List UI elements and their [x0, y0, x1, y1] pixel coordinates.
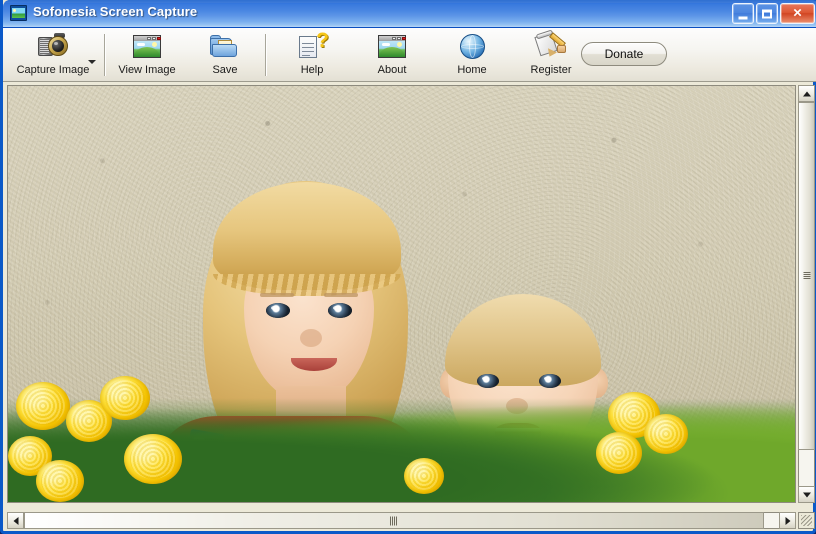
girl-brow-right: [324, 293, 358, 297]
about-button[interactable]: About: [361, 30, 423, 80]
scroll-pen-icon: [534, 29, 567, 62]
chevron-up-icon: [802, 91, 811, 96]
help-label: Help: [300, 64, 324, 76]
about-label: About: [377, 64, 407, 76]
close-icon: ×: [793, 4, 802, 21]
toolbar: Capture Image View Image Save ? Help Abo…: [3, 28, 816, 82]
chevron-down-icon[interactable]: [88, 60, 96, 64]
minimize-button[interactable]: [732, 3, 754, 24]
marigold-flower: [644, 414, 688, 454]
window-title: Sofonesia Screen Capture: [33, 4, 198, 19]
capture-image-button[interactable]: Capture Image: [7, 30, 99, 80]
help-button[interactable]: ? Help: [281, 30, 343, 80]
maximize-button[interactable]: [756, 3, 778, 24]
toolbar-separator: [265, 34, 266, 76]
chevron-left-icon: [13, 516, 18, 525]
resize-grip[interactable]: [798, 512, 815, 529]
save-label: Save: [212, 64, 238, 76]
home-button[interactable]: Home: [441, 30, 503, 80]
marigold-flower: [16, 382, 70, 430]
folder-save-icon: [209, 31, 241, 62]
vertical-scrollbar[interactable]: [798, 85, 815, 503]
scroll-down-button[interactable]: [798, 486, 815, 503]
chevron-right-icon: [785, 516, 790, 525]
close-button[interactable]: ×: [780, 3, 815, 24]
marigold-flower: [124, 434, 182, 484]
register-button[interactable]: Register: [516, 29, 586, 80]
globe-icon: [456, 31, 488, 62]
picture-window-icon: [376, 31, 408, 62]
girl-nose: [300, 329, 322, 347]
flower-bed: [8, 372, 795, 502]
scroll-grip-icon: [803, 272, 810, 280]
view-image-label: View Image: [118, 64, 176, 76]
marigold-flower: [596, 432, 642, 474]
donate-button[interactable]: Donate: [581, 42, 667, 66]
application-window: Sofonesia Screen Capture × Capture Image…: [0, 0, 816, 534]
image-viewport[interactable]: [7, 85, 796, 503]
scroll-grip-icon: [390, 516, 398, 525]
girl-eye-left: [266, 303, 290, 318]
marigold-flower: [404, 458, 444, 494]
toolbar-separator: [104, 34, 105, 76]
girl-brow-left: [260, 293, 294, 297]
scroll-right-button[interactable]: [779, 512, 796, 529]
marigold-flower: [100, 376, 150, 420]
window-controls: ×: [732, 3, 815, 25]
captured-photograph: [8, 86, 795, 502]
save-button[interactable]: Save: [191, 30, 259, 80]
scroll-left-button[interactable]: [7, 512, 24, 529]
home-label: Home: [457, 64, 487, 76]
app-icon: [10, 5, 27, 21]
scroll-up-button[interactable]: [798, 85, 815, 102]
horizontal-scroll-thumb[interactable]: [24, 512, 764, 529]
chevron-down-icon: [802, 492, 811, 497]
client-area: [6, 82, 816, 531]
help-question-icon: ?: [296, 30, 329, 62]
capture-image-label: Capture Image: [16, 64, 90, 76]
horizontal-scrollbar[interactable]: [7, 512, 796, 529]
girl-eye-right: [328, 303, 352, 318]
title-bar: Sofonesia Screen Capture ×: [3, 0, 816, 28]
marigold-flower: [36, 460, 84, 502]
register-label: Register: [530, 64, 572, 76]
vertical-scroll-thumb[interactable]: [798, 102, 815, 450]
picture-window-icon: [131, 31, 163, 62]
camera-icon: [37, 31, 69, 62]
view-image-button[interactable]: View Image: [111, 30, 183, 80]
